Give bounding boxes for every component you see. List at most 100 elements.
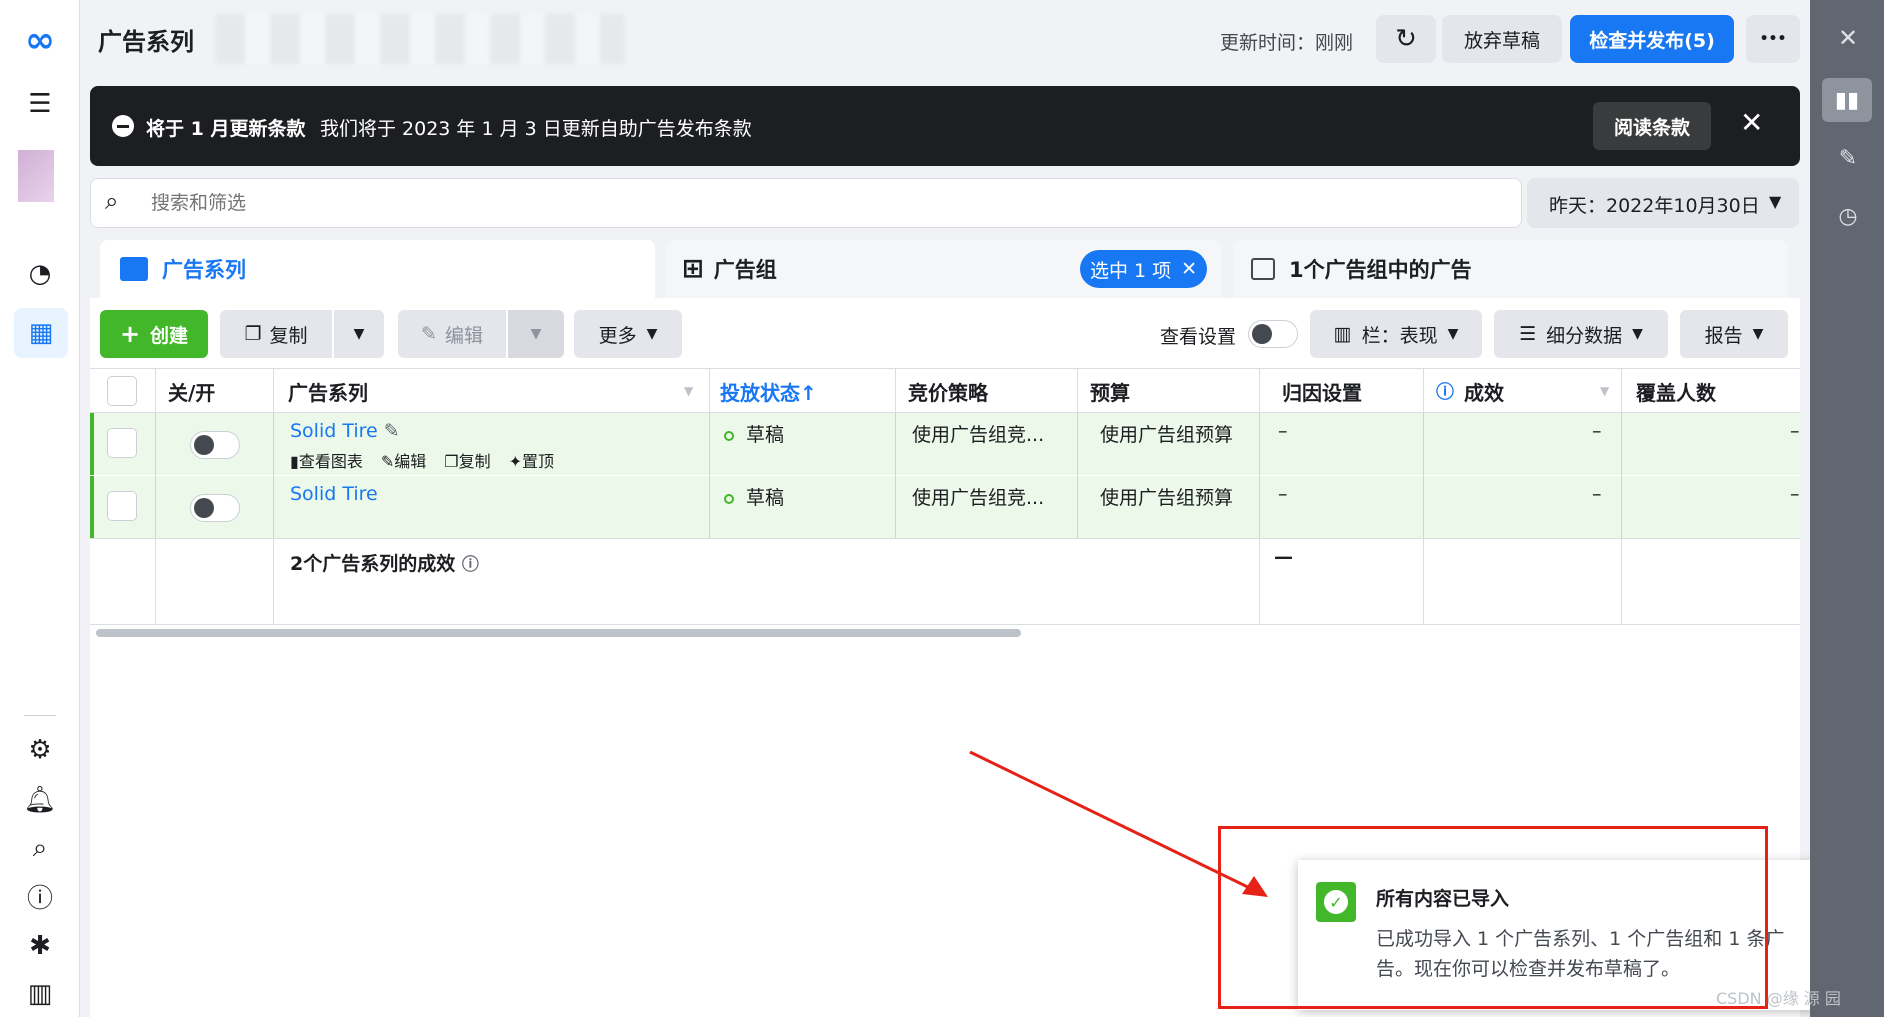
delivery-status-label: 草稿 — [746, 487, 785, 509]
blurred-account-name — [215, 14, 625, 64]
attribution-value: – — [1278, 483, 1288, 505]
selected-count-badge[interactable]: 选中 1 项 ✕ — [1080, 250, 1208, 288]
refresh-button[interactable]: ↻ — [1376, 15, 1436, 63]
notifications-bell-icon[interactable]: 🔔︎ — [20, 780, 60, 820]
table-bottom-border — [90, 624, 1800, 625]
sort-caret-icon: ▼ — [1600, 384, 1610, 398]
close-banner-icon[interactable]: ✕ — [1740, 106, 1763, 139]
view-settings-toggle[interactable] — [1248, 320, 1298, 348]
review-publish-button[interactable]: 检查并发布(5) — [1570, 15, 1734, 63]
plus-icon: + — [119, 320, 141, 348]
search-icon: ⌕ — [105, 187, 119, 215]
info-icon[interactable]: ⓘ — [462, 555, 479, 575]
tab-campaigns-label: 广告系列 — [162, 258, 246, 282]
settings-gear-icon[interactable]: ⚙ — [20, 730, 60, 770]
tab-ad-sets-label: 广告组 — [713, 258, 777, 282]
col-header-budget[interactable]: 预算 — [1090, 370, 1130, 412]
breakdown-button[interactable]: ☰ 细分数据 ▼ — [1494, 310, 1668, 358]
pin-link[interactable]: ✦置顶 — [509, 448, 554, 472]
grid-icon: ⊞ — [682, 254, 704, 284]
date-range-label: 昨天：2022年10月30日 — [1549, 195, 1760, 217]
reach-value: – — [1790, 420, 1800, 442]
read-terms-button[interactable]: 阅读条款 — [1593, 102, 1711, 150]
search-input[interactable] — [151, 187, 1491, 219]
col-header-on-off[interactable]: 关/开 — [168, 370, 215, 412]
chevron-down-icon: ▼ — [1769, 192, 1782, 211]
reach-value: – — [1790, 483, 1800, 505]
campaign-name-link[interactable]: Solid Tire ✎ — [290, 420, 400, 442]
copy-button[interactable]: ❐ 复制 — [220, 310, 332, 358]
col-header-attribution[interactable]: 归因设置 — [1282, 370, 1362, 412]
discard-draft-button[interactable]: 放弃草稿 — [1442, 15, 1562, 63]
tab-ads-label: 1个广告组中的广告 — [1289, 258, 1472, 282]
delivery-status-label: 草稿 — [746, 424, 785, 446]
results-value: – — [1592, 420, 1602, 442]
duplicate-link[interactable]: ❐复制 — [444, 448, 490, 472]
edit-dropdown-button[interactable]: ▼ — [508, 310, 564, 358]
charts-icon[interactable]: ▮▮ — [1822, 78, 1872, 122]
bar-chart-icon: ▮ — [290, 452, 299, 471]
budget-value: 使用广告组预算 — [1100, 487, 1234, 509]
search-filter-bar[interactable]: ⌕ — [90, 178, 1522, 228]
side-panel-icon[interactable]: ▥ — [20, 974, 60, 1014]
bug-report-icon[interactable]: ✱ — [20, 926, 60, 966]
account-avatar[interactable] — [18, 150, 54, 202]
selected-count-label: 选中 1 项 — [1090, 259, 1172, 282]
row-on-off-toggle[interactable] — [190, 431, 240, 459]
edit-button[interactable]: ✎ 编辑 — [398, 310, 506, 358]
left-navigation-rail: ∞ ☰ ◔ ▦ ⚙ 🔔︎ ⌕ ⓘ ✱ ▥ — [0, 0, 80, 1017]
col-header-campaign[interactable]: 广告系列 ▼ — [288, 370, 693, 412]
edit-label: 编辑 — [444, 324, 483, 347]
view-chart-link[interactable]: ▮查看图表 — [290, 448, 363, 472]
pencil-icon: ✎ — [421, 323, 437, 345]
edit-link-label: 编辑 — [394, 452, 427, 471]
col-header-bid-strategy[interactable]: 竞价策略 — [908, 370, 988, 412]
refresh-icon: ↻ — [1395, 24, 1417, 54]
edit-pencil-icon[interactable]: ✎ — [1828, 138, 1868, 178]
sort-caret-icon: ▼ — [684, 384, 694, 398]
row-checkbox[interactable] — [107, 491, 137, 521]
tab-ad-sets[interactable]: ⊞ 广告组 选中 1 项 ✕ — [666, 240, 1221, 298]
select-all-checkbox[interactable] — [107, 376, 137, 406]
tab-campaigns[interactable]: 广告系列 — [100, 240, 655, 298]
tab-ads[interactable]: 1个广告组中的广告 — [1233, 240, 1788, 298]
col-header-results-label: 成效 — [1464, 380, 1504, 405]
horizontal-scrollbar[interactable] — [96, 629, 1021, 637]
dashboard-gauge-icon[interactable]: ◔ — [20, 254, 60, 294]
search-icon[interactable]: ⌕ — [20, 828, 60, 868]
draft-status-dot — [724, 431, 734, 441]
col-header-reach[interactable]: 覆盖人数 — [1636, 370, 1716, 412]
date-range-picker[interactable]: 昨天：2022年10月30日 ▼ — [1527, 178, 1799, 228]
more-options-button[interactable]: ••• — [1746, 15, 1800, 63]
menu-icon[interactable]: ☰ — [20, 84, 60, 124]
bid-strategy-value: 使用广告组竞... — [912, 424, 1045, 446]
create-button[interactable]: + 创建 — [100, 310, 208, 358]
columns-button[interactable]: ▥ 栏：表现 ▼ — [1310, 310, 1482, 358]
row-checkbox[interactable] — [107, 428, 137, 458]
more-label: 更多 — [598, 324, 637, 347]
rename-pencil-icon[interactable]: ✎ — [384, 420, 400, 442]
edit-link[interactable]: ✎编辑 — [381, 448, 426, 472]
breakdown-label: 细分数据 — [1546, 324, 1623, 347]
summary-attribution-value: — — [1274, 546, 1293, 568]
rail-divider — [24, 715, 56, 716]
history-clock-icon[interactable]: ◷ — [1828, 196, 1868, 236]
more-button[interactable]: 更多 ▼ — [574, 310, 682, 358]
close-panel-icon[interactable]: ✕ — [1828, 18, 1868, 58]
campaign-name-link[interactable]: Solid Tire — [290, 483, 378, 505]
meta-logo-icon[interactable]: ∞ — [20, 20, 60, 61]
copy-dropdown-button[interactable]: ▼ — [334, 310, 384, 358]
report-button[interactable]: 报告 ▼ — [1680, 310, 1788, 358]
ad-page-icon — [1251, 258, 1275, 280]
ads-manager-table-icon[interactable]: ▦ — [14, 308, 68, 358]
row-on-off-toggle[interactable] — [190, 494, 240, 522]
col-header-delivery[interactable]: 投放状态↑ — [720, 370, 817, 412]
col-header-results[interactable]: ⓘ 成效 ▼ — [1436, 370, 1609, 412]
copy-icon: ❐ — [444, 452, 459, 471]
campaign-folder-icon — [120, 257, 148, 281]
help-icon[interactable]: ⓘ — [20, 876, 60, 916]
delivery-status: 草稿 — [724, 483, 784, 510]
clear-selection-icon[interactable]: ✕ — [1181, 258, 1197, 280]
annotation-highlight-box — [1218, 826, 1768, 1009]
create-label: 创建 — [150, 324, 189, 347]
